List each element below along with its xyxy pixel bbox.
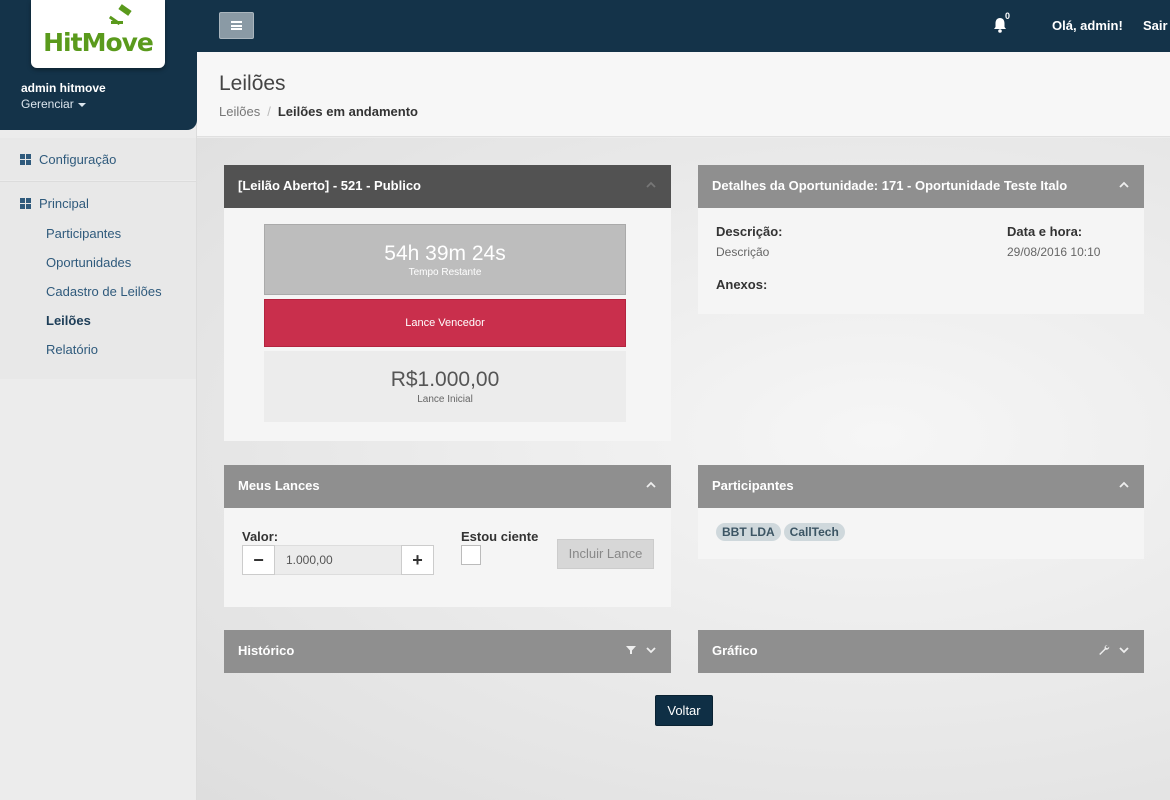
topbar: 0 Olá, admin! Sair bbox=[197, 0, 1170, 52]
participant-tags: BBT LDA CallTech bbox=[716, 523, 848, 541]
auction-panel: [Leilão Aberto] - 521 - Publico 54h 39m … bbox=[224, 165, 671, 441]
greeting[interactable]: Olá, admin! bbox=[1052, 18, 1123, 33]
sidebar: HitMove admin hitmove Gerenciar Configur… bbox=[0, 0, 197, 800]
history-title: Histórico bbox=[238, 643, 295, 658]
grid-icon bbox=[20, 197, 31, 209]
logo-text: HitMove bbox=[43, 27, 154, 57]
sidebar-item-participantes[interactable]: Participantes bbox=[0, 224, 196, 253]
nav-section-config: Configuração bbox=[0, 138, 196, 180]
winning-bid-box: Lance Vencedor bbox=[264, 299, 626, 347]
profile-name: admin hitmove bbox=[21, 81, 106, 95]
attachments-label: Anexos: bbox=[716, 277, 768, 292]
logout-link[interactable]: Sair bbox=[1143, 18, 1168, 33]
page-title: Leilões bbox=[219, 72, 286, 95]
participant-tag[interactable]: CallTech bbox=[783, 523, 845, 541]
nav-principal-list: Participantes Oportunidades Cadastro de … bbox=[0, 224, 196, 379]
profile-menu-label: Gerenciar bbox=[21, 97, 74, 111]
initial-bid-value: R$1.000,00 bbox=[390, 368, 500, 391]
breadcrumb-current: Leilões em andamento bbox=[277, 104, 418, 119]
datetime-value: 29/08/2016 10:10 bbox=[1007, 245, 1101, 259]
nav-principal[interactable]: Principal bbox=[0, 182, 196, 224]
hamburger-icon bbox=[231, 21, 242, 30]
wrench-icon[interactable] bbox=[1098, 644, 1110, 656]
auction-title: [Leilão Aberto] - 521 - Publico bbox=[238, 178, 421, 193]
logo[interactable]: HitMove bbox=[31, 0, 165, 68]
description-value: Descrição bbox=[716, 245, 770, 259]
participant-tag[interactable]: BBT LDA bbox=[716, 523, 781, 541]
chart-panel-header[interactable]: Gráfico bbox=[698, 630, 1144, 673]
nav-section-principal: Principal Participantes Oportunidades Ca… bbox=[0, 181, 196, 379]
notification-count: 0 bbox=[1005, 11, 1011, 21]
profile-area: HitMove admin hitmove Gerenciar bbox=[0, 0, 197, 130]
aware-label: Estou ciente bbox=[461, 529, 539, 544]
time-remaining-box: 54h 39m 24s Tempo Restante bbox=[264, 224, 626, 295]
bid-value-input[interactable]: 1.000,00 bbox=[275, 545, 401, 575]
participants-panel-header: Participantes bbox=[698, 465, 1144, 508]
chevron-up-icon[interactable] bbox=[1118, 479, 1130, 491]
chevron-down-icon[interactable] bbox=[1118, 644, 1130, 656]
sidebar-item-cadastro-leiloes[interactable]: Cadastro de Leilões bbox=[0, 282, 196, 311]
profile-menu[interactable]: Gerenciar bbox=[21, 97, 86, 111]
sidebar-item-oportunidades[interactable]: Oportunidades bbox=[0, 253, 196, 282]
time-remaining-label: Tempo Restante bbox=[408, 267, 482, 278]
nav-principal-label: Principal bbox=[39, 195, 89, 211]
grid-icon bbox=[20, 153, 31, 165]
sidebar-item-relatorio[interactable]: Relatório bbox=[0, 340, 196, 369]
nav-configuracao[interactable]: Configuração bbox=[0, 138, 196, 180]
my-bids-panel: Meus Lances Valor: − 1.000,00 + Estou ci… bbox=[224, 465, 671, 607]
nav-configuracao-label: Configuração bbox=[39, 151, 117, 167]
participants-panel: Participantes BBT LDA CallTech bbox=[698, 465, 1144, 559]
details-title: Detalhes da Oportunidade: 171 - Oportuni… bbox=[712, 178, 1068, 193]
breadcrumb-link[interactable]: Leilões bbox=[219, 104, 260, 119]
filter-icon[interactable] bbox=[625, 644, 637, 656]
chevron-up-icon[interactable] bbox=[1118, 179, 1130, 191]
chevron-down-icon[interactable] bbox=[645, 644, 657, 656]
chart-panel: Gráfico bbox=[698, 630, 1144, 673]
menu-toggle-button[interactable] bbox=[219, 12, 254, 39]
back-button[interactable]: Voltar bbox=[655, 695, 713, 726]
details-panel-header: Detalhes da Oportunidade: 171 - Oportuni… bbox=[698, 165, 1144, 208]
increment-button[interactable]: + bbox=[401, 545, 434, 575]
chart-title: Gráfico bbox=[712, 643, 758, 658]
chevron-up-icon[interactable] bbox=[645, 179, 657, 191]
datetime-label: Data e hora: bbox=[1007, 224, 1083, 239]
value-label: Valor: bbox=[242, 529, 279, 544]
winning-bid-label: Lance Vencedor bbox=[405, 317, 485, 329]
sidebar-item-leiloes[interactable]: Leilões bbox=[0, 311, 196, 340]
history-panel: Histórico bbox=[224, 630, 671, 673]
aware-checkbox[interactable] bbox=[461, 545, 481, 565]
description-label: Descrição: bbox=[716, 224, 783, 239]
time-remaining-value: 54h 39m 24s bbox=[384, 242, 506, 265]
main-content: [Leilão Aberto] - 521 - Publico 54h 39m … bbox=[197, 138, 1170, 800]
details-panel: Detalhes da Oportunidade: 171 - Oportuni… bbox=[698, 165, 1144, 314]
initial-bid-label: Lance Inicial bbox=[417, 394, 473, 405]
participants-title: Participantes bbox=[712, 478, 794, 493]
my-bids-title: Meus Lances bbox=[238, 478, 320, 493]
include-bid-button[interactable]: Incluir Lance bbox=[557, 539, 654, 569]
gavel-icon bbox=[109, 4, 132, 26]
breadcrumb-separator: / bbox=[267, 104, 271, 119]
my-bids-panel-header: Meus Lances bbox=[224, 465, 671, 508]
auction-panel-header: [Leilão Aberto] - 521 - Publico bbox=[224, 165, 671, 208]
decrement-button[interactable]: − bbox=[242, 545, 275, 575]
history-panel-header[interactable]: Histórico bbox=[224, 630, 671, 673]
page-header: Leilões Leilões / Leilões em andamento bbox=[197, 52, 1170, 137]
initial-bid-box: R$1.000,00 Lance Inicial bbox=[264, 351, 626, 422]
chevron-up-icon[interactable] bbox=[645, 479, 657, 491]
caret-down-icon bbox=[77, 102, 86, 107]
breadcrumb: Leilões / Leilões em andamento bbox=[219, 104, 418, 119]
